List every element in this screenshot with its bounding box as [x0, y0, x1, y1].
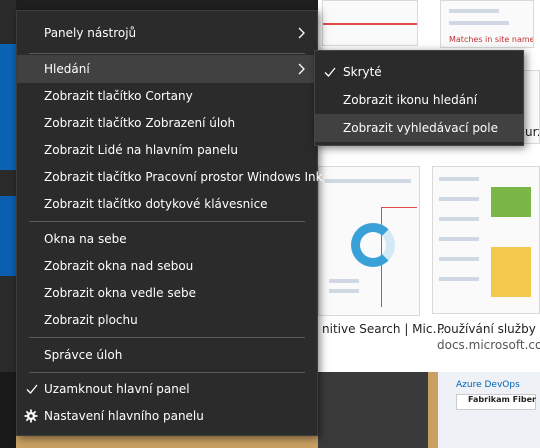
menu-item-show-windows-ink[interactable]: Zobrazit tlačítko Pracovní prostor Windo… — [17, 163, 323, 191]
menu-item-label: Okna na sebe — [44, 232, 127, 246]
menu-item-lock-taskbar[interactable]: Uzamknout hlavní panel — [17, 375, 317, 403]
menu-item-label: Zobrazit tlačítko Zobrazení úloh — [44, 116, 236, 130]
checkmark-icon — [26, 384, 38, 394]
result-caption[interactable]: nitive Search | Mic… — [322, 322, 444, 336]
result-thumbnail[interactable] — [432, 166, 540, 314]
menu-separator — [29, 53, 305, 54]
menu-separator — [29, 221, 305, 222]
submenu-item-hidden[interactable]: Skryté — [315, 58, 523, 86]
menu-item-label: Uzamknout hlavní panel — [44, 382, 190, 396]
left-blue-panel-2 — [0, 196, 16, 276]
menu-item-label: Zobrazit Lidé na hlavním panelu — [44, 143, 238, 157]
menu-item-side-by-side[interactable]: Zobrazit okna vedle sebe — [17, 279, 317, 307]
result-thumbnail[interactable]: Azure DevOps Fabrikam Fiber — [438, 372, 540, 448]
azure-devops-logo-text: Azure DevOps — [456, 380, 520, 390]
menu-item-label: Hledání — [44, 62, 90, 76]
menu-item-show-touch-keyboard[interactable]: Zobrazit tlačítko dotykové klávesnice — [17, 190, 317, 218]
menu-item-show-task-view[interactable]: Zobrazit tlačítko Zobrazení úloh — [17, 109, 317, 137]
menu-item-show-desktop[interactable]: Zobrazit plochu — [17, 306, 317, 334]
menu-item-label: Nastavení hlavního panelu — [44, 409, 204, 423]
result-thumbnail[interactable] — [318, 166, 420, 316]
menu-item-label: Zobrazit tlačítko Cortany — [44, 89, 193, 103]
menu-item-label: Zobrazit okna nad sebou — [44, 259, 194, 273]
menu-item-label: Zobrazit tlačítko Pracovní prostor Windo… — [44, 170, 323, 184]
search-submenu: Skryté Zobrazit ikonu hledání Zobrazit v… — [314, 50, 524, 146]
project-tag: Fabrikam Fiber — [468, 395, 536, 404]
menu-item-stack-windows[interactable]: Zobrazit okna nad sebou — [17, 252, 317, 280]
menu-item-label: Zobrazit tlačítko dotykové klávesnice — [44, 197, 268, 211]
menu-item-task-manager[interactable]: Správce úloh — [17, 341, 317, 369]
result-source: docs.microsoft.com — [437, 338, 540, 352]
submenu-item-show-search-icon[interactable]: Zobrazit ikonu hledání — [315, 86, 523, 114]
menu-item-toolbars[interactable]: Panely nástrojů — [17, 19, 317, 47]
checkmark-icon — [324, 67, 336, 77]
menu-item-cascade-windows[interactable]: Okna na sebe — [17, 225, 317, 253]
menu-item-label: Zobrazit okna vedle sebe — [44, 286, 196, 300]
submenu-item-label: Zobrazit vyhledávací pole — [343, 121, 498, 135]
result-thumbnail[interactable]: urz — [522, 70, 540, 144]
submenu-item-show-search-box[interactable]: Zobrazit vyhledávací pole — [315, 114, 523, 142]
chevron-right-icon — [298, 27, 305, 39]
menu-separator — [29, 372, 305, 373]
menu-item-label: Správce úloh — [44, 348, 123, 362]
menu-item-taskbar-settings[interactable]: Nastavení hlavního panelu — [17, 402, 317, 430]
left-blue-panel — [0, 44, 16, 170]
submenu-item-label: Zobrazit ikonu hledání — [343, 93, 478, 107]
snippet-text: Matches in site name — [449, 35, 534, 44]
menu-item-show-cortana[interactable]: Zobrazit tlačítko Cortany — [17, 82, 317, 110]
gear-icon — [24, 409, 38, 423]
result-thumbnail[interactable]: Matches in site name — [440, 0, 534, 48]
menu-item-search[interactable]: Hledání — [17, 55, 317, 83]
result-caption[interactable]: Používání služby Search — [437, 322, 540, 336]
right-edge-text: urz — [525, 125, 539, 139]
submenu-item-label: Skryté — [343, 65, 382, 79]
result-thumbnail[interactable] — [322, 0, 418, 46]
menu-separator — [29, 337, 305, 338]
menu-item-label: Zobrazit plochu — [44, 313, 138, 327]
menu-item-show-people[interactable]: Zobrazit Lidé na hlavním panelu — [17, 136, 317, 164]
result-thumbnail[interactable] — [318, 372, 428, 448]
taskbar-context-menu: Panely nástrojů Hledání Zobrazit tlačítk… — [16, 10, 323, 436]
donut-graphic — [351, 223, 395, 267]
menu-item-label: Panely nástrojů — [44, 26, 137, 40]
chevron-right-icon — [298, 63, 305, 75]
